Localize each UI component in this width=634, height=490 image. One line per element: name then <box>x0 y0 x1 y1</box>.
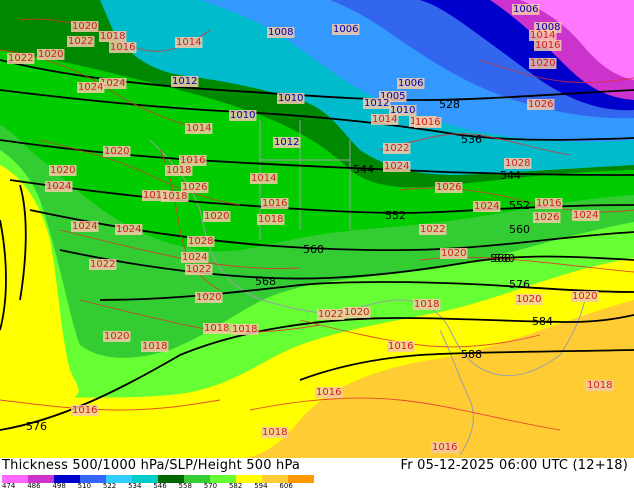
slp-label: 1014 <box>176 37 201 48</box>
slp-label: 1028 <box>188 236 213 247</box>
height-label: 536 <box>461 133 482 146</box>
slp-label: 1008 <box>268 27 293 38</box>
slp-label: 1026 <box>436 182 461 193</box>
slp-label: 1018 <box>100 31 125 42</box>
slp-label: 1016 <box>535 40 560 51</box>
slp-label: 1018 <box>162 191 187 202</box>
slp-label: 1020 <box>572 291 597 302</box>
slp-label: 1026 <box>534 212 559 223</box>
slp-label: 1018 <box>414 299 439 310</box>
slp-label: 1020 <box>344 307 369 318</box>
height-label: 576 <box>509 278 530 291</box>
slp-label: 1026 <box>528 99 553 110</box>
slp-label: 1018 <box>587 380 612 391</box>
slp-label: 1016 <box>72 405 97 416</box>
slp-label: 1018 <box>166 165 191 176</box>
slp-label: 1020 <box>104 146 129 157</box>
slp-label: 1010 <box>230 110 255 121</box>
slp-label: 1014 <box>251 173 276 184</box>
slp-label: 1006 <box>398 78 423 89</box>
weather-map-view: 528 536 544 544 552 552 560 560 560 568 … <box>0 0 634 490</box>
slp-label: 1020 <box>104 331 129 342</box>
thickness-map: 528 536 544 544 552 552 560 560 560 568 … <box>0 0 634 458</box>
slp-label: 1024 <box>182 252 207 263</box>
height-label: 568 <box>490 252 511 265</box>
slp-label: 1020 <box>50 165 75 176</box>
slp-label: 1024 <box>72 221 97 232</box>
slp-label: 1028 <box>505 158 530 169</box>
slp-label: 1018 <box>142 341 167 352</box>
slp-label: 1006 <box>333 24 358 35</box>
slp-label: 1006 <box>513 4 538 15</box>
scale-label: 510 <box>77 482 92 490</box>
slp-label: 1024 <box>46 181 71 192</box>
slp-label: 1020 <box>72 21 97 32</box>
scale-label: 474 <box>2 482 16 490</box>
slp-label: 1020 <box>516 294 541 305</box>
slp-label: 1022 <box>186 264 211 275</box>
slp-label: 1018 <box>258 214 283 225</box>
slp-label: 1014 <box>186 123 211 134</box>
slp-label: 1012 <box>274 137 299 148</box>
scale-label: 546 <box>153 482 167 490</box>
scale-label: 570 <box>203 482 218 490</box>
slp-label: 1016 <box>536 198 561 209</box>
slp-label: 1014 <box>372 114 397 125</box>
slp-label: 1012 <box>172 76 197 87</box>
height-label: 576 <box>26 420 47 433</box>
slp-label: 1016 <box>110 42 135 53</box>
scale-label: 534 <box>128 482 142 490</box>
slp-label: 1022 <box>8 53 33 64</box>
slp-label: 1024 <box>573 210 598 221</box>
slp-label: 1024 <box>116 224 141 235</box>
slp-label: 1010 <box>278 93 303 104</box>
slp-label: 1022 <box>90 259 115 270</box>
slp-label: 1022 <box>68 36 93 47</box>
slp-label: 1022 <box>384 143 409 154</box>
slp-label: 1020 <box>38 49 63 60</box>
slp-label: 1020 <box>530 58 555 69</box>
slp-label: 1018 <box>232 324 257 335</box>
slp-label: 1020 <box>196 292 221 303</box>
scale-label: 606 <box>279 482 293 490</box>
slp-label: 1024 <box>78 82 103 93</box>
slp-label: 1012 <box>364 98 389 109</box>
slp-label: 1018 <box>204 323 229 334</box>
slp-label: 1016 <box>432 442 457 453</box>
scale-label: 594 <box>254 482 268 490</box>
valid-time: Fr 05-12-2025 06:00 UTC (12+18) <box>400 458 628 473</box>
height-label: 560 <box>509 223 530 236</box>
slp-label: 1022 <box>318 309 343 320</box>
scale-label: 486 <box>27 482 41 490</box>
slp-label: 1022 <box>420 224 445 235</box>
colour-scale-labels: 474 486 498 510 522 534 546 558 570 582 594 606 <box>2 482 322 490</box>
height-label: 544 <box>353 163 374 176</box>
scale-label: 582 <box>228 482 243 490</box>
slp-label: 1016 <box>388 341 413 352</box>
scale-label: 558 <box>178 482 192 490</box>
height-label: 552 <box>509 199 530 212</box>
height-label: 568 <box>255 275 276 288</box>
map-footer: Thickness 500/1000 hPa/SLP/Height 500 hP… <box>0 458 634 490</box>
slp-label: 1024 <box>384 161 409 172</box>
slp-label: 1016 <box>262 198 287 209</box>
product-title: Thickness 500/1000 hPa/SLP/Height 500 hP… <box>2 458 301 473</box>
height-label: 584 <box>532 315 553 328</box>
height-label: 552 <box>385 209 406 222</box>
slp-label: 1020 <box>441 248 466 259</box>
height-label: 528 <box>439 98 460 111</box>
height-label: 588 <box>461 348 482 361</box>
slp-label: 1024 <box>474 201 499 212</box>
scale-label: 522 <box>102 482 117 490</box>
slp-label: 1016 <box>316 387 341 398</box>
slp-label: 1018 <box>262 427 287 438</box>
height-label: 560 <box>303 243 324 256</box>
height-label: 544 <box>500 169 521 182</box>
scale-label: 498 <box>52 482 66 490</box>
slp-label: 1020 <box>204 211 229 222</box>
slp-label: 1016 <box>415 117 440 128</box>
